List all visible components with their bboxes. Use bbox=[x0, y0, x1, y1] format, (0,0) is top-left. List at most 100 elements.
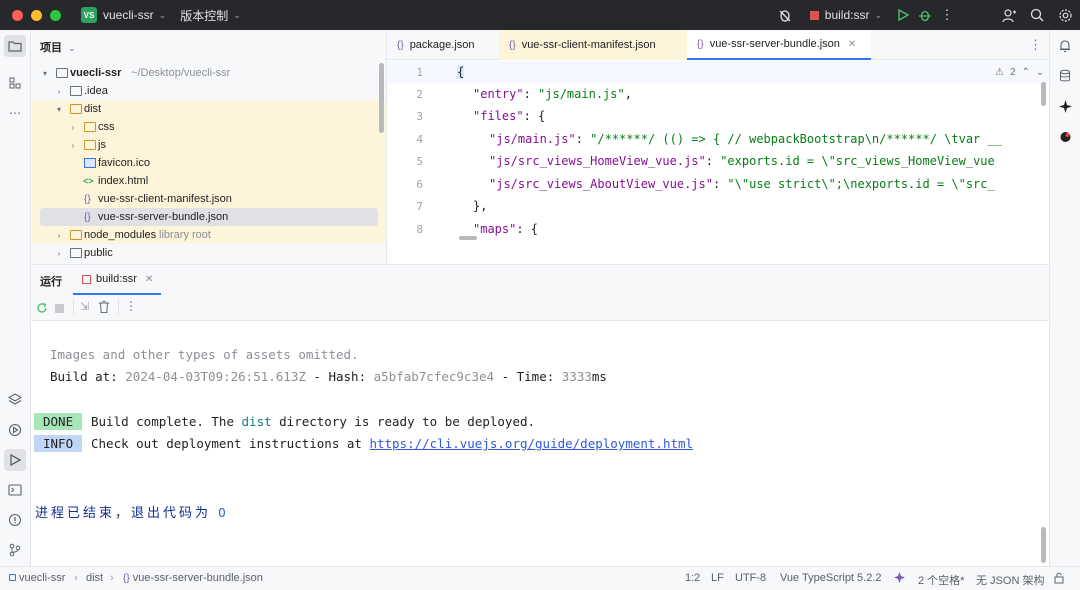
left-tool-strip: ⋯ bbox=[0, 30, 31, 566]
console-text: 2024-04-03T09:26:51.613Z bbox=[125, 369, 306, 384]
line-separator[interactable]: LF bbox=[711, 572, 724, 584]
breadcrumb-separator-icon: › bbox=[110, 572, 114, 584]
run-play-icon[interactable] bbox=[892, 4, 914, 26]
tree-item-label: vue-ssr-client-manifest.json bbox=[98, 193, 232, 205]
ai-assistant-icon[interactable] bbox=[1054, 95, 1076, 117]
more-vertical-icon[interactable]: ⋮ bbox=[125, 299, 137, 313]
close-tab-icon[interactable]: ✕ bbox=[848, 39, 856, 50]
console-text: - Time: bbox=[494, 369, 562, 384]
run-config-tab[interactable]: build:ssr ✕ bbox=[73, 265, 161, 295]
layers-icon[interactable] bbox=[4, 389, 26, 411]
code-editor[interactable]: 1 2 3 4 5 6 7 8 { "entry": "js/main.js",… bbox=[387, 60, 1049, 264]
tab-client-manifest[interactable]: {} vue-ssr-client-manifest.json bbox=[499, 30, 687, 60]
debug-icon[interactable] bbox=[914, 4, 936, 26]
code-token: : { bbox=[516, 222, 539, 236]
tree-item-server-bundle[interactable]: {} vue-ssr-server-bundle.json bbox=[31, 208, 386, 226]
tree-item-label: .idea bbox=[84, 85, 108, 97]
json-file-icon: {} bbox=[123, 573, 130, 584]
search-icon[interactable] bbox=[1026, 4, 1048, 26]
chevron-down-icon[interactable]: ⌄ bbox=[1036, 67, 1044, 78]
breadcrumb-file[interactable]: {} vue-ssr-server-bundle.json bbox=[123, 572, 263, 584]
deployment-docs-link[interactable]: https://cli.vuejs.org/guide/deployment.h… bbox=[369, 436, 693, 451]
more-vertical-icon[interactable]: ⋮ bbox=[1029, 37, 1042, 53]
console-text: 3333 bbox=[561, 369, 592, 384]
git-branch-icon[interactable] bbox=[4, 539, 26, 561]
chevron-up-icon[interactable]: ⌃ bbox=[1022, 67, 1030, 78]
tree-item-client-manifest[interactable]: {} vue-ssr-client-manifest.json bbox=[31, 190, 386, 208]
folder-icon bbox=[84, 122, 96, 132]
settings-gear-icon[interactable] bbox=[1054, 4, 1076, 26]
line-number: 7 bbox=[416, 200, 423, 213]
tree-item-dist[interactable]: ▾ dist bbox=[31, 100, 386, 118]
tree-item-root[interactable]: ▾ vuecli-ssr ~/Desktop/vuecli-ssr bbox=[31, 64, 386, 82]
tree-item-js[interactable]: › js bbox=[31, 136, 386, 154]
line-number: 3 bbox=[416, 110, 423, 123]
close-tab-icon[interactable]: ✕ bbox=[145, 274, 153, 285]
editor-horizontal-scrollbar[interactable] bbox=[459, 236, 477, 240]
inspections-widget[interactable]: ⚠ 2 ⌃ ⌄ bbox=[991, 64, 1049, 80]
project-switcher[interactable]: vuecli-ssr bbox=[103, 8, 154, 22]
caret-position[interactable]: 1:2 bbox=[685, 572, 700, 584]
zoom-window-button[interactable] bbox=[50, 9, 61, 21]
console-scrollbar[interactable] bbox=[1041, 527, 1046, 563]
tree-item-node-modules[interactable]: › node_modules library root bbox=[31, 226, 386, 244]
code-token: "/******/ (() => { // webpackBootstrap\n… bbox=[590, 132, 1002, 146]
database-icon[interactable] bbox=[1054, 65, 1076, 87]
rerun-icon[interactable] bbox=[34, 300, 50, 316]
json-schema[interactable]: 无 JSON 架构 bbox=[976, 572, 1044, 588]
notifications-bell-icon[interactable] bbox=[1054, 35, 1076, 57]
vcs-menu[interactable]: 版本控制 bbox=[180, 7, 228, 24]
tab-package-json[interactable]: {} package.json bbox=[387, 30, 499, 60]
breadcrumb-project[interactable]: vuecli-ssr bbox=[9, 572, 65, 584]
code-line-2: "entry": "js/main.js", bbox=[473, 87, 632, 101]
code-token: "files" bbox=[473, 109, 524, 123]
tab-label: vue-ssr-server-bundle.json bbox=[709, 38, 840, 50]
run-config-selector[interactable]: build:ssr ⌄ bbox=[809, 4, 882, 26]
run-toolbar: ⇲ ⋮ bbox=[31, 295, 1049, 321]
lock-icon[interactable] bbox=[1054, 572, 1064, 587]
tree-item-favicon[interactable]: favicon.ico bbox=[31, 154, 386, 172]
console-line-done: Build complete. The dist directory is re… bbox=[91, 414, 535, 429]
editor-vertical-scrollbar[interactable] bbox=[1041, 82, 1046, 106]
chevron-right-icon: › bbox=[71, 140, 75, 150]
current-line-highlight bbox=[387, 61, 1049, 83]
line-number: 8 bbox=[416, 223, 423, 236]
structure-icon[interactable] bbox=[4, 72, 26, 94]
console-text: ms bbox=[591, 369, 607, 384]
console-text: Build at: bbox=[50, 369, 126, 384]
debug-bug-icon[interactable] bbox=[774, 4, 796, 26]
minimize-window-button[interactable] bbox=[31, 9, 42, 21]
close-window-button[interactable] bbox=[12, 9, 23, 21]
file-encoding[interactable]: UTF-8 bbox=[735, 572, 766, 584]
project-badge[interactable]: VS bbox=[81, 7, 97, 23]
indent-setting[interactable]: 2 个空格* bbox=[918, 572, 964, 588]
module-icon bbox=[9, 574, 16, 581]
tree-item-public[interactable]: › public bbox=[31, 244, 386, 262]
terminal-icon[interactable] bbox=[4, 479, 26, 501]
more-vertical-icon[interactable]: ⋮ bbox=[936, 4, 958, 26]
plugin-icon[interactable] bbox=[1054, 125, 1076, 147]
chevron-right-icon: › bbox=[57, 86, 61, 96]
more-horizontal-icon[interactable]: ⋯ bbox=[4, 102, 26, 124]
run-panel-icon[interactable] bbox=[4, 449, 26, 471]
soft-wrap-icon[interactable]: ⇲ bbox=[80, 300, 89, 313]
tree-item-idea[interactable]: › .idea bbox=[31, 82, 386, 100]
stop-icon[interactable] bbox=[55, 304, 64, 313]
services-icon[interactable] bbox=[4, 419, 26, 441]
tab-server-bundle[interactable]: {} vue-ssr-server-bundle.json ✕ bbox=[687, 30, 871, 60]
code-token: "\"use strict\";\nexports.id = \"src_ bbox=[727, 177, 995, 191]
language-service[interactable]: Vue TypeScript 5.2.2 bbox=[780, 572, 882, 584]
project-folder-icon[interactable] bbox=[4, 35, 26, 57]
problems-icon[interactable] bbox=[4, 509, 26, 531]
code-line-6: "js/src_views_AboutView_vue.js": "\"use … bbox=[489, 177, 995, 191]
project-panel-title[interactable]: 项目 ⌄ bbox=[40, 39, 76, 55]
breadcrumb-dist[interactable]: dist bbox=[86, 572, 103, 584]
tree-item-css[interactable]: › css bbox=[31, 118, 386, 136]
toolbar-divider bbox=[118, 299, 119, 315]
project-scrollbar[interactable] bbox=[379, 63, 384, 133]
clear-trash-icon[interactable] bbox=[98, 300, 110, 314]
add-user-icon[interactable] bbox=[998, 4, 1020, 26]
tree-item-index-html[interactable]: <> index.html bbox=[31, 172, 386, 190]
breadcrumb-label: vuecli-ssr bbox=[19, 572, 66, 584]
ai-assistant-icon[interactable] bbox=[893, 571, 906, 587]
